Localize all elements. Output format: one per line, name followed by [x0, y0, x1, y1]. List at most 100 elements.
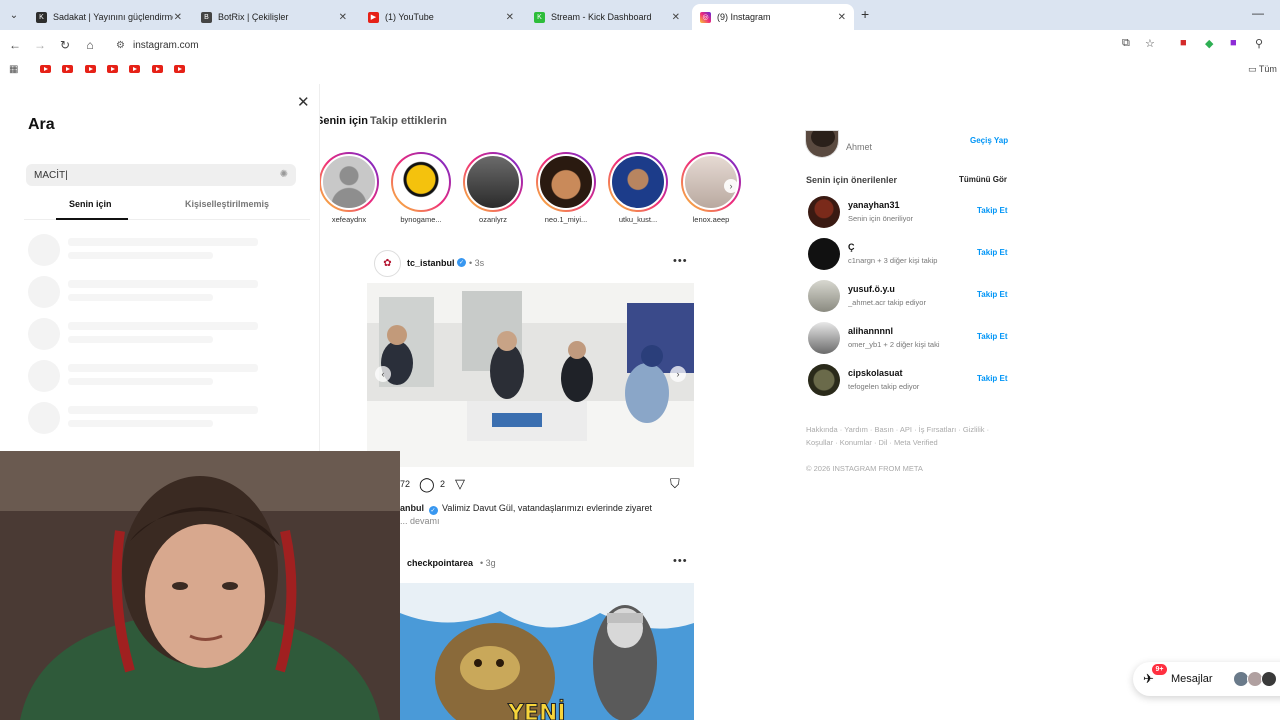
carousel-prev-icon[interactable]: ‹ — [375, 366, 391, 382]
post-image[interactable]: YENİ — [400, 583, 694, 720]
new-tab-button[interactable]: + — [861, 6, 869, 22]
tab-for-you[interactable]: Senin için — [316, 115, 368, 127]
extensions-puzzle-icon[interactable]: ⚲ — [1255, 37, 1263, 50]
suggestion-subtitle: Senin için öneriliyor — [848, 214, 914, 223]
story-item[interactable]: utku_kust... — [608, 152, 668, 224]
youtube-bookmark-icon[interactable] — [40, 65, 51, 73]
post-author-name[interactable]: checkpointarea — [407, 558, 473, 568]
carousel-next-icon[interactable]: › — [670, 366, 686, 382]
text-cursor: | — [65, 169, 68, 181]
tab-for-you[interactable]: Senin için — [69, 199, 112, 209]
post-image[interactable]: ‹ › — [367, 283, 694, 467]
youtube-bookmark-icon[interactable] — [62, 65, 73, 73]
suggestion-avatar[interactable] — [808, 322, 840, 354]
all-bookmarks-folder[interactable]: ▭ Tüm — [1248, 64, 1277, 75]
suggestion-row: yusuf.ö.y.u _ahmet.acr takip ediyor Taki… — [808, 280, 1008, 314]
footer-links[interactable]: Hakkında · Yardım · Basın · API · İş Fır… — [806, 423, 1006, 449]
back-icon[interactable]: ← — [6, 36, 24, 54]
see-all-link[interactable]: Tümünü Gör — [959, 175, 1007, 184]
botrix-icon: B — [201, 11, 212, 23]
home-icon[interactable]: ⌂ — [81, 36, 99, 54]
copyright: © 2026 INSTAGRAM FROM META — [806, 464, 923, 473]
suggestion-avatar[interactable] — [808, 196, 840, 228]
purple-extension-icon[interactable]: ■ — [1230, 37, 1237, 49]
post-author-avatar[interactable]: ✿ — [374, 250, 401, 277]
follow-button[interactable]: Takip Et — [977, 374, 1008, 383]
messages-badge: 9+ — [1152, 664, 1167, 675]
loading-spinner-icon: ✺ — [279, 169, 288, 180]
forward-icon[interactable]: → — [31, 36, 49, 54]
story-username: neo.1_miyi... — [544, 215, 588, 224]
story-avatar — [393, 154, 449, 210]
browser-tab-instagram[interactable]: ◎ (9) Instagram ✕ — [692, 4, 854, 30]
site-info-icon[interactable]: ⚙ — [116, 40, 125, 51]
story-avatar — [538, 154, 594, 210]
tab-search-icon[interactable]: ⌄ — [4, 5, 24, 25]
tab-following[interactable]: Takip ettiklerin — [370, 115, 447, 127]
close-tab-icon[interactable]: ✕ — [506, 12, 514, 23]
caption-author[interactable]: anbul — [400, 503, 424, 513]
post-author-name[interactable]: tc_istanbul — [407, 258, 455, 268]
story-item[interactable]: bynogame... — [391, 152, 451, 224]
comment-icon[interactable]: ◯ — [419, 476, 435, 493]
story-username: lenox.aeep — [692, 215, 730, 224]
suggestion-avatar[interactable] — [808, 364, 840, 396]
follow-button[interactable]: Takip Et — [977, 290, 1008, 299]
close-tab-icon[interactable]: ✕ — [838, 12, 846, 23]
switch-account-link[interactable]: Geçiş Yap — [970, 136, 1008, 145]
folder-label: Tüm — [1258, 64, 1277, 74]
youtube-bookmark-icon[interactable] — [107, 65, 118, 73]
bookmark-star-icon[interactable]: ☆ — [1145, 37, 1155, 50]
caption-more-link[interactable]: ... devamı — [400, 516, 440, 526]
search-input[interactable]: MACİT | ✺ — [26, 164, 296, 186]
youtube-bookmark-icon[interactable] — [85, 65, 96, 73]
profile-name: Ahmet — [846, 142, 873, 152]
suggestion-name[interactable]: yusuf.ö.y.u — [848, 284, 895, 294]
browser-tab-sadakat[interactable]: K Sadakat | Yayınını güçlendirme ✕ — [28, 4, 190, 30]
close-tab-icon[interactable]: ✕ — [174, 12, 182, 23]
browser-tab-youtube[interactable]: ▶ (1) YouTube ✕ — [360, 4, 522, 30]
stories-next-icon[interactable]: › — [724, 179, 738, 193]
follow-button[interactable]: Takip Et — [977, 332, 1008, 341]
story-item[interactable]: neo.1_miyi... — [536, 152, 596, 224]
browser-tab-botrix[interactable]: B BotRix | Çekilişler ✕ — [193, 4, 355, 30]
story-item[interactable]: ozanlyrz — [463, 152, 523, 224]
tab-non-personalized[interactable]: Kişiselleştirilmemiş — [185, 199, 269, 209]
messages-button[interactable]: ✈ 9+ Mesajlar — [1133, 662, 1280, 696]
post-options-icon[interactable]: ••• — [673, 255, 688, 267]
suggestion-avatar[interactable] — [808, 280, 840, 312]
follow-button[interactable]: Takip Et — [977, 248, 1008, 257]
apps-grid-icon[interactable]: ▦ — [9, 64, 18, 75]
suggestion-row: yanayhan31 Senin için öneriliyor Takip E… — [808, 196, 1008, 230]
suggestion-name[interactable]: alihannnnl — [848, 326, 893, 336]
follow-button[interactable]: Takip Et — [977, 206, 1008, 215]
close-tab-icon[interactable]: ✕ — [672, 12, 680, 23]
share-icon[interactable]: ▽ — [455, 476, 465, 492]
story-item[interactable]: xefeaydnx — [319, 152, 379, 224]
install-app-icon[interactable]: ⧉ — [1122, 37, 1130, 50]
youtube-bookmark-icon[interactable] — [174, 65, 185, 73]
shield-extension-icon[interactable]: ◆ — [1205, 37, 1213, 50]
loading-placeholder-row — [28, 276, 278, 312]
search-title: Ara — [28, 116, 55, 133]
suggestion-name[interactable]: cipskolasuat — [848, 368, 903, 378]
close-tab-icon[interactable]: ✕ — [339, 12, 347, 23]
pdf-extension-icon[interactable]: ■ — [1180, 37, 1187, 49]
tab-label: Sadakat | Yayınını güçlendirme — [53, 12, 173, 22]
youtube-bookmark-icon[interactable] — [129, 65, 140, 73]
youtube-bookmark-icon[interactable] — [152, 65, 163, 73]
address-bar[interactable]: ⚙ instagram.com — [108, 34, 1168, 56]
post-options-icon[interactable]: ••• — [673, 555, 688, 567]
suggestion-name[interactable]: Ç — [848, 242, 855, 252]
like-count: 72 — [400, 479, 411, 489]
suggestion-name[interactable]: yanayhan31 — [848, 200, 900, 210]
profile-avatar[interactable] — [805, 130, 839, 158]
bookmark-icon[interactable]: ⛉ — [670, 476, 680, 492]
suggestion-avatar[interactable] — [808, 238, 840, 270]
close-icon[interactable]: ✕ — [297, 93, 310, 111]
reload-icon[interactable]: ↻ — [56, 36, 74, 54]
browser-tab-kick-dashboard[interactable]: K Stream - Kick Dashboard ✕ — [526, 4, 688, 30]
story-ring — [536, 152, 596, 212]
minimize-window-icon[interactable]: — — [1252, 6, 1264, 20]
verified-badge-icon: ✓ — [457, 258, 466, 267]
